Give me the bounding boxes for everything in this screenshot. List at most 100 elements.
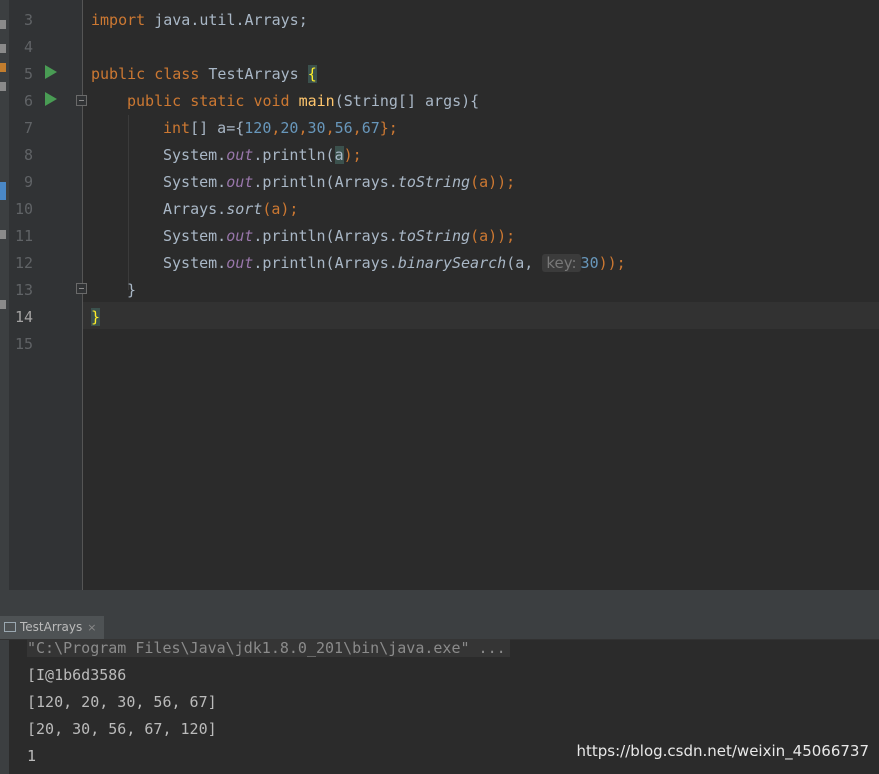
code-text: ); — [343, 146, 362, 164]
line-number: 13 — [14, 281, 33, 299]
code-line-8[interactable]: System.out.println(a); — [163, 142, 362, 169]
code-line-14[interactable]: } — [91, 304, 101, 331]
code-line-10[interactable]: Arrays.sort(a); — [163, 196, 298, 223]
console-line: [20, 30, 56, 67, 120] — [27, 720, 217, 738]
line-number: 4 — [23, 38, 33, 56]
static-field: out — [226, 146, 254, 164]
gutter-divider — [82, 0, 83, 590]
line-number: 15 — [14, 335, 33, 353]
class-name: TestArrays — [208, 65, 299, 83]
static-method: sort — [226, 200, 263, 218]
caret-arg: a — [334, 146, 344, 164]
close-icon[interactable]: × — [87, 621, 96, 634]
line-number: 7 — [23, 119, 33, 137]
code-text: (a, — [506, 254, 543, 272]
code-text: Arrays. — [163, 200, 227, 218]
comma: , — [298, 119, 308, 137]
line-number: 3 — [23, 11, 33, 29]
line-number: 5 — [23, 65, 33, 83]
fold-collapse-icon[interactable] — [76, 283, 87, 294]
console-icon — [4, 622, 16, 632]
code-line-11[interactable]: System.out.println(Arrays.toString(a)); — [163, 223, 515, 250]
console-line[interactable]: "C:\Program Files\Java\jdk1.8.0_201\bin\… — [27, 635, 510, 662]
static-field: out — [226, 173, 254, 191]
console-line: [120, 20, 30, 56, 67] — [27, 693, 217, 711]
tool-marker — [0, 44, 6, 53]
code-text: }; — [379, 119, 398, 137]
code-text: } — [127, 281, 137, 299]
code-line-3[interactable]: import java.util.Arrays; — [91, 7, 308, 34]
code-text: System. — [163, 227, 227, 245]
number-literal: 30 — [307, 119, 326, 137]
comma: , — [325, 119, 335, 137]
panel-splitter[interactable] — [0, 590, 879, 616]
number-literal: 20 — [280, 119, 299, 137]
method-name: main — [298, 92, 335, 110]
code-text: .println(Arrays. — [253, 227, 398, 245]
code-text: (a)); — [470, 173, 516, 191]
code-text: .println(Arrays. — [253, 173, 398, 191]
code-text: )); — [598, 254, 626, 272]
static-method: toString — [397, 173, 471, 191]
number-literal: 120 — [244, 119, 272, 137]
line-number: 9 — [23, 173, 33, 191]
keyword: void — [253, 92, 290, 110]
keyword: import — [91, 11, 146, 29]
console-line: 1 — [27, 747, 37, 765]
tool-marker — [0, 182, 6, 200]
code-text: System. — [163, 173, 227, 191]
keyword: static — [190, 92, 245, 110]
code-text: .println( — [253, 146, 335, 164]
static-field: out — [226, 254, 254, 272]
code-text: java.util.Arrays; — [145, 11, 308, 29]
keyword: class — [154, 65, 200, 83]
fold-collapse-icon[interactable] — [76, 95, 87, 106]
tool-marker — [0, 63, 6, 72]
console-line: [I@1b6d3586 — [27, 666, 127, 684]
code-text: System. — [163, 254, 227, 272]
code-text: (a)); — [470, 227, 516, 245]
matched-brace: { — [307, 65, 317, 83]
project-tool-strip[interactable] — [0, 0, 9, 600]
code-text: [] a={ — [190, 119, 245, 137]
code-editor[interactable]: 3 4 5 6 7 8 9 10 11 12 13 14 15 import j… — [0, 0, 879, 600]
tool-marker — [0, 230, 6, 239]
line-number: 8 — [23, 146, 33, 164]
code-text: (String[] args){ — [334, 92, 480, 110]
keyword: int — [163, 119, 191, 137]
tool-marker — [0, 82, 6, 91]
code-line-13[interactable]: } — [127, 277, 136, 304]
run-main-icon[interactable] — [45, 92, 57, 106]
code-line-12[interactable]: System.out.println(Arrays.binarySearch(a… — [163, 250, 626, 277]
keyword: public — [127, 92, 182, 110]
run-gutter — [0, 640, 9, 774]
keyword: public — [91, 65, 146, 83]
line-number: 11 — [14, 227, 33, 245]
command-line[interactable]: "C:\Program Files\Java\jdk1.8.0_201\bin\… — [27, 639, 510, 657]
number-literal: 30 — [580, 254, 599, 272]
current-line-highlight — [83, 302, 879, 329]
tool-marker — [0, 300, 6, 309]
number-literal: 67 — [361, 119, 380, 137]
number-literal: 56 — [334, 119, 353, 137]
line-number: 10 — [14, 200, 33, 218]
tab-label: TestArrays — [20, 620, 83, 634]
line-number: 6 — [23, 92, 33, 110]
comma: , — [352, 119, 362, 137]
code-text: (a); — [262, 200, 299, 218]
line-number: 14 — [14, 308, 33, 326]
indent-guide — [128, 115, 129, 290]
run-class-icon[interactable] — [45, 65, 57, 79]
parameter-hint: key: — [542, 254, 581, 272]
code-text: System. — [163, 146, 227, 164]
code-line-7[interactable]: int[] a={120,20,30,56,67}; — [163, 115, 398, 142]
code-line-9[interactable]: System.out.println(Arrays.toString(a)); — [163, 169, 515, 196]
watermark-text: https://blog.csdn.net/weixin_45066737 — [576, 742, 869, 760]
code-line-6[interactable]: public static void main(String[] args){ — [127, 88, 479, 115]
tool-marker — [0, 20, 6, 29]
matched-brace: } — [91, 308, 101, 326]
code-line-5[interactable]: public class TestArrays { — [91, 61, 317, 88]
code-text: .println(Arrays. — [253, 254, 398, 272]
static-method: toString — [397, 227, 471, 245]
line-number: 12 — [14, 254, 33, 272]
